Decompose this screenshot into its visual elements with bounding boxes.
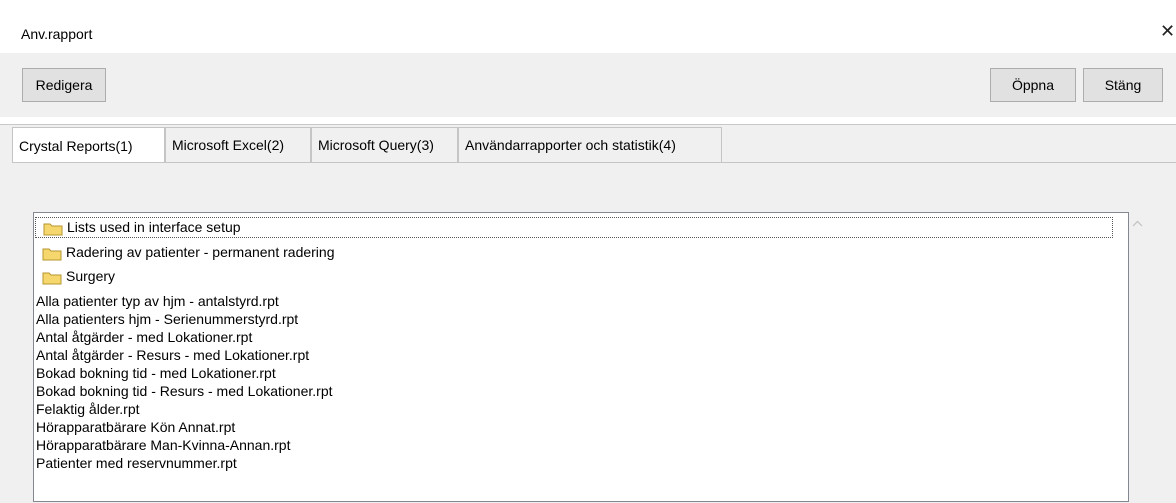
window-top-strip (0, 0, 1176, 8)
report-list[interactable]: Lists used in interface setup Radering a… (33, 212, 1129, 502)
list-item-file[interactable]: Alla patienters hjm - Serienummerstyrd.r… (35, 310, 1113, 328)
tab-user-reports-statistics[interactable]: Användarrapporter och statistik(4) (458, 127, 722, 162)
list-item-file[interactable]: Antal åtgärder - med Lokationer.rpt (35, 328, 1113, 346)
list-item-file[interactable]: Patienter med reservnummer.rpt (35, 454, 1113, 472)
list-item-folder[interactable]: Lists used in interface setup (35, 217, 1113, 238)
file-label: Hörapparatbärare Kön Annat.rpt (36, 419, 236, 435)
list-item-file[interactable]: Felaktig ålder.rpt (35, 400, 1113, 418)
folder-label: Lists used in interface setup (67, 219, 241, 235)
file-label: Felaktig ålder.rpt (36, 401, 140, 417)
tab-label: Microsoft Query(3) (318, 137, 434, 153)
file-label: Bokad bokning tid - Resurs - med Lokatio… (36, 383, 333, 399)
tab-label: Microsoft Excel(2) (172, 137, 285, 153)
edit-button[interactable]: Redigera (22, 68, 106, 102)
folder-icon (43, 223, 63, 236)
close-icon[interactable]: ✕ (1160, 22, 1175, 40)
tab-label: Användarrapporter och statistik(4) (465, 137, 676, 153)
list-item-file[interactable]: Hörapparatbärare Man-Kvinna-Annan.rpt (35, 436, 1113, 454)
separator-line (0, 124, 1176, 125)
tab-label: Crystal Reports(1) (19, 137, 133, 154)
list-item-file[interactable]: Alla patienter typ av hjm - antalstyrd.r… (35, 292, 1113, 310)
file-label: Hörapparatbärare Man-Kvinna-Annan.rpt (36, 437, 291, 453)
list-item-folder[interactable]: Surgery (35, 267, 1113, 285)
list-item-folder[interactable]: Radering av patienter - permanent raderi… (35, 243, 1113, 261)
title-bar: Anv.rapport ✕ (0, 8, 1176, 53)
list-item-file[interactable]: Bokad bokning tid - med Lokationer.rpt (35, 364, 1113, 382)
file-label: Alla patienters hjm - Serienummerstyrd.r… (36, 311, 299, 327)
file-label: Patienter med reservnummer.rpt (36, 455, 237, 471)
folder-icon (42, 272, 62, 285)
file-label: Antal åtgärder - med Lokationer.rpt (36, 329, 253, 345)
tab-crystal-reports[interactable]: Crystal Reports(1) (12, 127, 165, 163)
folder-icon (42, 248, 62, 261)
vertical-scrollbar[interactable] (1129, 213, 1146, 503)
close-button[interactable]: Stäng (1083, 68, 1163, 102)
list-item-file[interactable]: Hörapparatbärare Kön Annat.rpt (35, 418, 1113, 436)
scroll-up-arrow-icon[interactable] (1132, 219, 1143, 229)
folder-label: Radering av patienter - permanent raderi… (66, 244, 335, 260)
file-label: Antal åtgärder - Resurs - med Lokationer… (36, 347, 310, 363)
list-item-file[interactable]: Bokad bokning tid - Resurs - med Lokatio… (35, 382, 1113, 400)
window-title: Anv.rapport (21, 26, 93, 42)
folder-label: Surgery (66, 268, 116, 284)
file-label: Alla patienter typ av hjm - antalstyrd.r… (36, 293, 279, 309)
file-label: Bokad bokning tid - med Lokationer.rpt (36, 365, 276, 381)
tab-baseline (12, 162, 1176, 163)
tab-microsoft-query[interactable]: Microsoft Query(3) (311, 127, 458, 162)
open-button[interactable]: Öppna (990, 68, 1076, 102)
list-item-file[interactable]: Antal åtgärder - Resurs - med Lokationer… (35, 346, 1113, 364)
tab-microsoft-excel[interactable]: Microsoft Excel(2) (165, 127, 311, 162)
